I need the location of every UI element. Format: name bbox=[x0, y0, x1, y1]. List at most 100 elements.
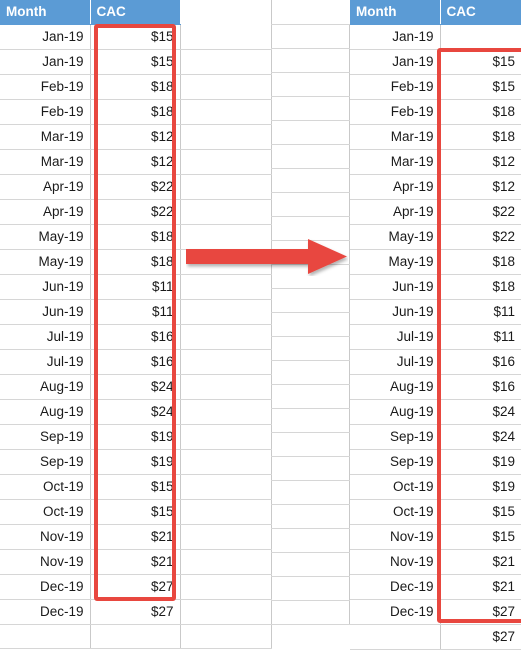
cell-month[interactable]: May-19 bbox=[350, 224, 441, 250]
cell-month[interactable]: Oct-19 bbox=[350, 474, 441, 500]
cell-cac[interactable]: $15 bbox=[90, 474, 181, 500]
table-row[interactable] bbox=[0, 624, 272, 649]
table-row[interactable]: Mar-19 $12 bbox=[0, 124, 272, 150]
cell-month[interactable]: Apr-19 bbox=[350, 174, 441, 200]
table-row[interactable]: Jan-19 $15 bbox=[0, 49, 272, 75]
cell-cac[interactable]: $21 bbox=[440, 549, 521, 575]
cell-cac[interactable]: $24 bbox=[440, 424, 521, 450]
cell-month[interactable]: Nov-19 bbox=[350, 524, 441, 550]
cell-month[interactable]: Feb-19 bbox=[350, 99, 441, 125]
cell-month[interactable]: Aug-19 bbox=[350, 374, 441, 400]
table-row[interactable]: Oct-19 $15 bbox=[0, 499, 272, 525]
cell-month[interactable]: Apr-19 bbox=[350, 199, 441, 225]
cell-month[interactable]: Nov-19 bbox=[0, 524, 91, 550]
cell-empty[interactable] bbox=[180, 399, 272, 425]
cell-month[interactable]: Apr-19 bbox=[0, 199, 91, 225]
cell-cac[interactable]: $15 bbox=[440, 499, 521, 525]
cell-empty[interactable] bbox=[180, 324, 272, 350]
cell-month[interactable]: Mar-19 bbox=[0, 149, 91, 175]
cell-cac[interactable] bbox=[90, 624, 181, 649]
cell-month[interactable]: Sep-19 bbox=[350, 449, 441, 475]
table-row[interactable]: Apr-19 $22 bbox=[350, 199, 521, 225]
cell-month[interactable]: Feb-19 bbox=[0, 74, 91, 100]
cell-empty[interactable] bbox=[180, 349, 272, 375]
table-row[interactable]: Jan-19 $15 bbox=[350, 49, 521, 75]
table-row[interactable]: Nov-19 $21 bbox=[0, 524, 272, 550]
cell-cac[interactable] bbox=[440, 24, 521, 50]
cell-cac[interactable]: $11 bbox=[440, 324, 521, 350]
cell-cac[interactable]: $11 bbox=[90, 274, 181, 300]
cell-cac[interactable]: $12 bbox=[440, 174, 521, 200]
cell-cac[interactable]: $19 bbox=[90, 449, 181, 475]
cell-cac[interactable]: $21 bbox=[90, 549, 181, 575]
table-row[interactable]: Apr-19 $22 bbox=[0, 174, 272, 200]
source-table[interactable]: Month CAC Jan-19 $15 Jan-19 $15 Feb-19 $18 Feb… bbox=[0, 0, 272, 649]
cell-month[interactable]: Jan-19 bbox=[0, 24, 91, 50]
cell-cac[interactable]: $18 bbox=[90, 249, 181, 275]
cell-month[interactable]: Nov-19 bbox=[0, 549, 91, 575]
cell-cac[interactable]: $16 bbox=[440, 349, 521, 375]
table-row[interactable]: Jun-19 $18 bbox=[350, 274, 521, 300]
cell-cac[interactable]: $18 bbox=[90, 74, 181, 100]
cell-empty[interactable] bbox=[180, 24, 272, 50]
cell-month[interactable]: Mar-19 bbox=[350, 149, 441, 175]
cell-month[interactable]: Jul-19 bbox=[350, 349, 441, 375]
table-row[interactable]: Oct-19 $19 bbox=[350, 474, 521, 500]
cell-month[interactable]: Sep-19 bbox=[350, 424, 441, 450]
cell-cac[interactable]: $15 bbox=[440, 49, 521, 75]
cell-month[interactable]: Jul-19 bbox=[0, 349, 91, 375]
cell-cac[interactable]: $18 bbox=[440, 124, 521, 150]
table-row[interactable]: Dec-19 $27 bbox=[0, 599, 272, 625]
cell-month[interactable]: Oct-19 bbox=[0, 474, 91, 500]
table-row[interactable]: Mar-19 $12 bbox=[0, 149, 272, 175]
cell-empty[interactable] bbox=[180, 299, 272, 325]
table-row[interactable]: Mar-19 $18 bbox=[350, 124, 521, 150]
cell-month[interactable]: Aug-19 bbox=[350, 399, 441, 425]
cell-month[interactable]: Aug-19 bbox=[0, 374, 91, 400]
table-row[interactable]: Aug-19 $24 bbox=[0, 374, 272, 400]
cell-cac[interactable]: $16 bbox=[90, 324, 181, 350]
cell-cac[interactable]: $18 bbox=[90, 224, 181, 250]
table-row[interactable]: Sep-19 $19 bbox=[0, 424, 272, 450]
cell-cac[interactable]: $19 bbox=[440, 474, 521, 500]
cell-empty[interactable] bbox=[180, 124, 272, 150]
cell-empty[interactable] bbox=[180, 199, 272, 225]
cell-month[interactable]: Oct-19 bbox=[350, 499, 441, 525]
table-row[interactable]: $27 bbox=[350, 624, 521, 650]
cell-empty[interactable] bbox=[180, 49, 272, 75]
table-row[interactable]: Jul-19 $16 bbox=[350, 349, 521, 375]
cell-empty[interactable] bbox=[180, 549, 272, 575]
cell-cac[interactable]: $24 bbox=[90, 374, 181, 400]
cell-empty[interactable] bbox=[180, 599, 272, 625]
table-row[interactable]: Nov-19 $15 bbox=[350, 524, 521, 550]
cell-month[interactable]: Jun-19 bbox=[0, 299, 91, 325]
cell-cac[interactable]: $12 bbox=[90, 124, 181, 150]
table-row[interactable]: Nov-19 $21 bbox=[0, 549, 272, 575]
table-row[interactable]: Jun-19 $11 bbox=[350, 299, 521, 325]
table-row[interactable]: Jan-19 bbox=[350, 24, 521, 50]
cell-month[interactable]: Sep-19 bbox=[0, 449, 91, 475]
column-header-month[interactable]: Month bbox=[350, 0, 441, 25]
table-row[interactable]: Oct-19 $15 bbox=[350, 499, 521, 525]
cell-month[interactable]: Dec-19 bbox=[350, 574, 441, 600]
cell-month[interactable]: Dec-19 bbox=[0, 574, 91, 600]
cell-empty[interactable] bbox=[180, 424, 272, 450]
cell-cac[interactable]: $16 bbox=[90, 349, 181, 375]
table-row[interactable]: Sep-19 $19 bbox=[350, 449, 521, 475]
table-row[interactable]: May-19 $18 bbox=[350, 249, 521, 275]
cell-empty[interactable] bbox=[180, 274, 272, 300]
cell-empty[interactable] bbox=[180, 99, 272, 125]
cell-month[interactable]: May-19 bbox=[0, 249, 91, 275]
cell-cac[interactable]: $27 bbox=[90, 574, 181, 600]
cell-month[interactable]: Jan-19 bbox=[350, 24, 441, 50]
cell-cac[interactable]: $15 bbox=[90, 499, 181, 525]
cell-month[interactable]: Apr-19 bbox=[0, 174, 91, 200]
cell-cac[interactable]: $27 bbox=[440, 624, 521, 650]
cell-cac[interactable]: $22 bbox=[440, 224, 521, 250]
column-header-cac[interactable]: CAC bbox=[90, 0, 181, 25]
cell-cac[interactable]: $18 bbox=[90, 99, 181, 125]
cell-empty[interactable] bbox=[180, 74, 272, 100]
table-row[interactable]: Jul-19 $11 bbox=[350, 324, 521, 350]
cell-month[interactable]: Mar-19 bbox=[350, 124, 441, 150]
table-row[interactable]: Feb-19 $18 bbox=[350, 99, 521, 125]
